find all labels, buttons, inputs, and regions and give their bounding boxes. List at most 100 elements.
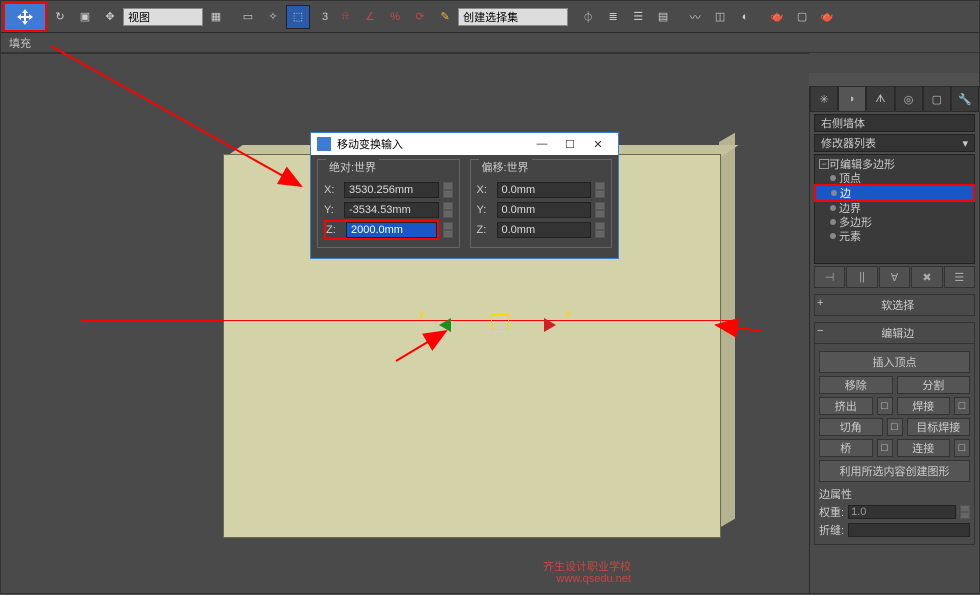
- connect-button[interactable]: 连接: [897, 439, 951, 457]
- material-editor-button[interactable]: ◐: [733, 5, 757, 29]
- soft-selection-rollup[interactable]: +软选择: [814, 294, 975, 316]
- abs-z-highlight-frame: Z:2000.0mm: [324, 220, 439, 240]
- display-tab[interactable]: ▢: [923, 86, 951, 112]
- crease-input[interactable]: [848, 523, 970, 537]
- stack-element[interactable]: 元素: [815, 229, 974, 243]
- minimize-button[interactable]: —: [528, 138, 556, 150]
- offset-world-group: 偏移:世界 X:0.0mm Y:0.0mm Z:0.0mm: [470, 159, 613, 248]
- abs-x-label: X:: [324, 184, 340, 196]
- selection-set-combo[interactable]: 创建选择集: [458, 8, 568, 26]
- rotate-tool-button[interactable]: ↻: [48, 5, 72, 29]
- selected-edge: [81, 320, 731, 321]
- off-y-input[interactable]: 0.0mm: [497, 202, 592, 218]
- offset-world-label: 偏移:世界: [479, 159, 532, 175]
- split-button[interactable]: 分割: [897, 376, 971, 394]
- snap-toggle-button[interactable]: ⍾: [333, 5, 357, 29]
- move-tool-button[interactable]: [3, 2, 47, 32]
- manipulate-button[interactable]: ✧: [261, 5, 285, 29]
- abs-y-spinner[interactable]: [443, 202, 453, 218]
- render-setup-button[interactable]: 🫖: [765, 5, 789, 29]
- modifier-stack: −可编辑多边形 顶点 边 边界 多边形 元素: [814, 154, 975, 264]
- abs-z-input[interactable]: 2000.0mm: [346, 222, 437, 238]
- ribbon-tab-row: 填充: [1, 33, 979, 53]
- show-end-button[interactable]: ||: [846, 266, 877, 288]
- off-z-input[interactable]: 0.0mm: [497, 222, 592, 238]
- extrude-settings-button[interactable]: □: [877, 397, 893, 415]
- connect-settings-button[interactable]: □: [954, 439, 970, 457]
- bridge-settings-button[interactable]: □: [877, 439, 893, 457]
- stack-border[interactable]: 边界: [815, 201, 974, 215]
- configure-sets-button[interactable]: ☰: [944, 266, 975, 288]
- schematic-view-button[interactable]: ◫: [708, 5, 732, 29]
- command-panel-tabs: ✳ ◗ ᗑ ◎ ▢ 🔧: [810, 86, 979, 112]
- off-x-spinner[interactable]: [595, 182, 605, 198]
- remove-mod-button[interactable]: ✖: [911, 266, 942, 288]
- insert-vertex-button[interactable]: 插入顶点: [819, 351, 970, 373]
- object-name-field[interactable]: 右侧墙体: [814, 114, 975, 132]
- abs-z-spinner[interactable]: [443, 222, 453, 238]
- edit-named-button[interactable]: ✎: [433, 5, 457, 29]
- create-shape-button[interactable]: 利用所选内容创建图形: [819, 460, 970, 482]
- dialog-titlebar[interactable]: 移动变换输入 — ☐ ✕: [311, 133, 618, 155]
- crease-label: 折缝:: [819, 522, 844, 538]
- maximize-button[interactable]: ☐: [556, 138, 584, 151]
- hierarchy-tab[interactable]: ᗑ: [866, 86, 894, 112]
- keyboard-shortcut-button[interactable]: ⬚: [286, 5, 310, 29]
- close-button[interactable]: ✕: [584, 138, 612, 151]
- select-object-button[interactable]: ▭: [236, 5, 260, 29]
- percent-snap-button[interactable]: %: [383, 5, 407, 29]
- off-z-spinner[interactable]: [595, 222, 605, 238]
- render-button[interactable]: 🫖: [815, 5, 839, 29]
- layers-button[interactable]: ☰: [626, 5, 650, 29]
- scale-tool-button[interactable]: ▣: [73, 5, 97, 29]
- off-y-spinner[interactable]: [595, 202, 605, 218]
- chamfer-settings-button[interactable]: □: [887, 418, 903, 436]
- curve-editor-button[interactable]: 〰: [683, 5, 707, 29]
- angle-snap-button[interactable]: ∠: [358, 5, 382, 29]
- spinner-snap-button[interactable]: ⟳: [408, 5, 432, 29]
- command-panel: ✳ ◗ ᗑ ◎ ▢ 🔧 右侧墙体 修改器列表▾ −可编辑多边形 顶点 边 边界 …: [809, 86, 979, 593]
- extrude-button[interactable]: 挤出: [819, 397, 873, 415]
- stack-edge[interactable]: 边: [816, 186, 973, 200]
- gizmo-x-label: x: [566, 308, 572, 320]
- abs-y-label: Y:: [324, 204, 340, 216]
- modify-tab[interactable]: ◗: [838, 86, 866, 112]
- weld-settings-button[interactable]: □: [954, 397, 970, 415]
- stack-editable-poly[interactable]: −可编辑多边形: [815, 157, 974, 171]
- reference-coord-combo[interactable]: 视图: [123, 8, 203, 26]
- gizmo-y-arrow-icon: [439, 318, 451, 332]
- unique-button[interactable]: ∀: [879, 266, 910, 288]
- target-weld-button[interactable]: 目标焊接: [907, 418, 971, 436]
- off-x-input[interactable]: 0.0mm: [497, 182, 592, 198]
- weight-input[interactable]: 1.0: [848, 505, 956, 519]
- create-tab[interactable]: ✳: [810, 86, 838, 112]
- ribbon-toggle-button[interactable]: ▤: [651, 5, 675, 29]
- pin-stack-button[interactable]: ⊣: [814, 266, 845, 288]
- stack-polygon[interactable]: 多边形: [815, 215, 974, 229]
- edit-edges-rollup[interactable]: −编辑边: [814, 322, 975, 344]
- dialog-title: 移动变换输入: [337, 136, 403, 152]
- transform-gizmo[interactable]: y x: [431, 312, 571, 334]
- render-frame-button[interactable]: ▢: [790, 5, 814, 29]
- pivot-button[interactable]: ▦: [204, 5, 228, 29]
- utilities-tab[interactable]: 🔧: [951, 86, 979, 112]
- abs-x-spinner[interactable]: [443, 182, 453, 198]
- remove-button[interactable]: 移除: [819, 376, 893, 394]
- chamfer-button[interactable]: 切角: [819, 418, 883, 436]
- modifier-list-combo[interactable]: 修改器列表▾: [814, 134, 975, 152]
- bridge-button[interactable]: 桥: [819, 439, 873, 457]
- abs-y-input[interactable]: -3534.53mm: [344, 202, 439, 218]
- off-y-label: Y:: [477, 204, 493, 216]
- motion-tab[interactable]: ◎: [895, 86, 923, 112]
- absolute-world-group: 绝对:世界 X: 3530.256mm Y: -3534.53mm Z:2000.0…: [317, 159, 460, 248]
- weld-button[interactable]: 焊接: [897, 397, 951, 415]
- weight-spinner[interactable]: [960, 505, 970, 519]
- stack-vertex[interactable]: 顶点: [815, 171, 974, 185]
- gizmo-y-label: y: [419, 308, 425, 320]
- placement-tool-button[interactable]: ✥: [98, 5, 122, 29]
- absolute-world-label: 绝对:世界: [326, 159, 379, 175]
- align-button[interactable]: ≣: [601, 5, 625, 29]
- mirror-button[interactable]: ⏀: [576, 5, 600, 29]
- dialog-app-icon: [317, 137, 331, 151]
- abs-x-input[interactable]: 3530.256mm: [344, 182, 439, 198]
